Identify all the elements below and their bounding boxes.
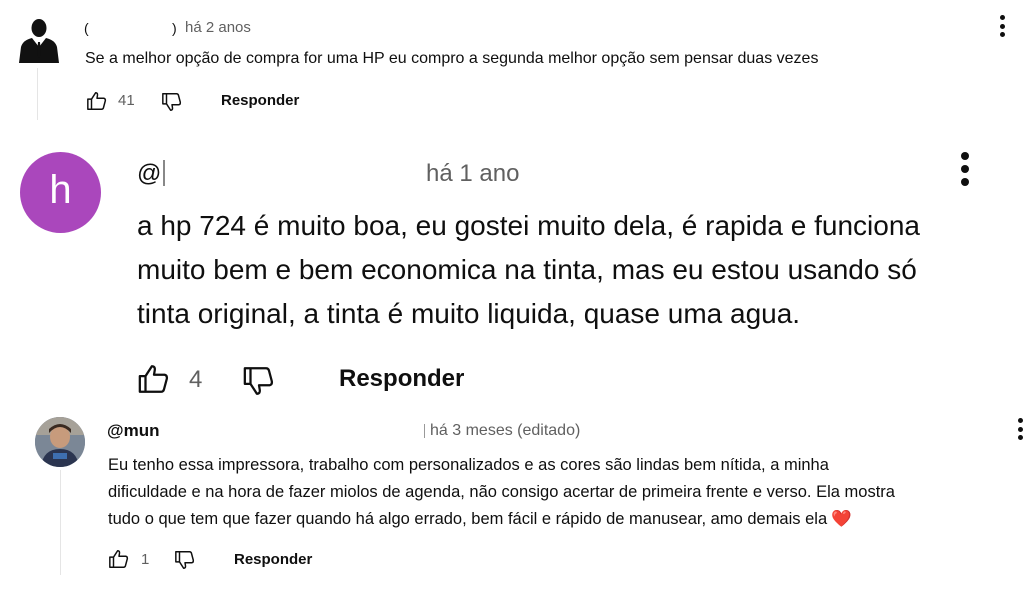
thread-line: [60, 470, 61, 575]
comment-timestamp[interactable]: há 2 anos: [185, 19, 251, 36]
avatar-photo[interactable]: [35, 417, 85, 467]
comment-text-line: a hp 724 é muito boa, eu gostei muito de…: [137, 210, 920, 241]
comment-text-line-last: tudo o que tem que fazer quando há algo …: [108, 506, 1024, 533]
thumbs-up-icon: [87, 92, 107, 110]
thumbs-down-icon: [243, 367, 274, 395]
author-handle[interactable]: @: [137, 160, 161, 188]
dislike-button[interactable]: [174, 549, 196, 571]
comment-text-line: dificuldade e na hora de fazer miolos de…: [108, 483, 895, 501]
comment-timestamp[interactable]: há 1 ano: [426, 160, 519, 188]
thumbs-up-icon: [109, 550, 129, 568]
comment-text: Eu tenho essa impressora, trabalho com p…: [108, 452, 1024, 533]
comment-text-line: muito bem e bem economica na tinta, mas …: [137, 254, 917, 285]
author-handle[interactable]: (: [84, 20, 89, 36]
more-options-button[interactable]: [998, 15, 1006, 37]
avatar-letter[interactable]: h: [20, 152, 101, 233]
comment-text-line: tudo o que tem que fazer quando há algo …: [108, 510, 828, 528]
comment-timestamp[interactable]: há 3 meses (editado): [430, 422, 580, 440]
author-handle[interactable]: @mun: [107, 421, 159, 441]
like-count: 1: [141, 551, 150, 568]
author-handle-redacted-bar: [163, 160, 165, 186]
more-options-button[interactable]: [959, 152, 971, 186]
like-button[interactable]: [86, 90, 108, 112]
author-handle-end[interactable]: ): [172, 20, 177, 36]
like-count: 4: [189, 366, 203, 393]
comment-text: a hp 724 é muito boa, eu gostei muito de…: [137, 204, 920, 336]
comment-text-line: tinta original, a tinta é muito liquida,…: [137, 298, 801, 329]
heart-emoji: ❤️: [831, 510, 852, 528]
like-button[interactable]: [108, 548, 130, 570]
more-options-button[interactable]: [1017, 418, 1023, 440]
thread-line: [37, 68, 38, 120]
child-photo-avatar: [35, 417, 85, 467]
like-count: 41: [118, 92, 135, 109]
thumbs-down-icon: [175, 551, 195, 569]
author-handle-redacted-bar: [424, 424, 425, 438]
dislike-button[interactable]: [161, 91, 183, 113]
avatar-businessman[interactable]: [17, 17, 61, 63]
reply-button[interactable]: Responder: [339, 365, 464, 393]
thumbs-down-icon: [162, 93, 182, 111]
avatar-letter-text: h: [49, 168, 72, 212]
comment-text-line: Eu tenho essa impressora, trabalho com p…: [108, 456, 829, 474]
reply-button[interactable]: Responder: [221, 92, 299, 109]
dislike-button[interactable]: [242, 364, 276, 398]
comment-text: Se a melhor opção de compra for uma HP e…: [85, 50, 819, 67]
reply-button[interactable]: Responder: [234, 551, 312, 568]
thumbs-up-icon: [138, 365, 169, 393]
like-button[interactable]: [137, 362, 171, 396]
businessman-silhouette-icon: [19, 19, 59, 63]
